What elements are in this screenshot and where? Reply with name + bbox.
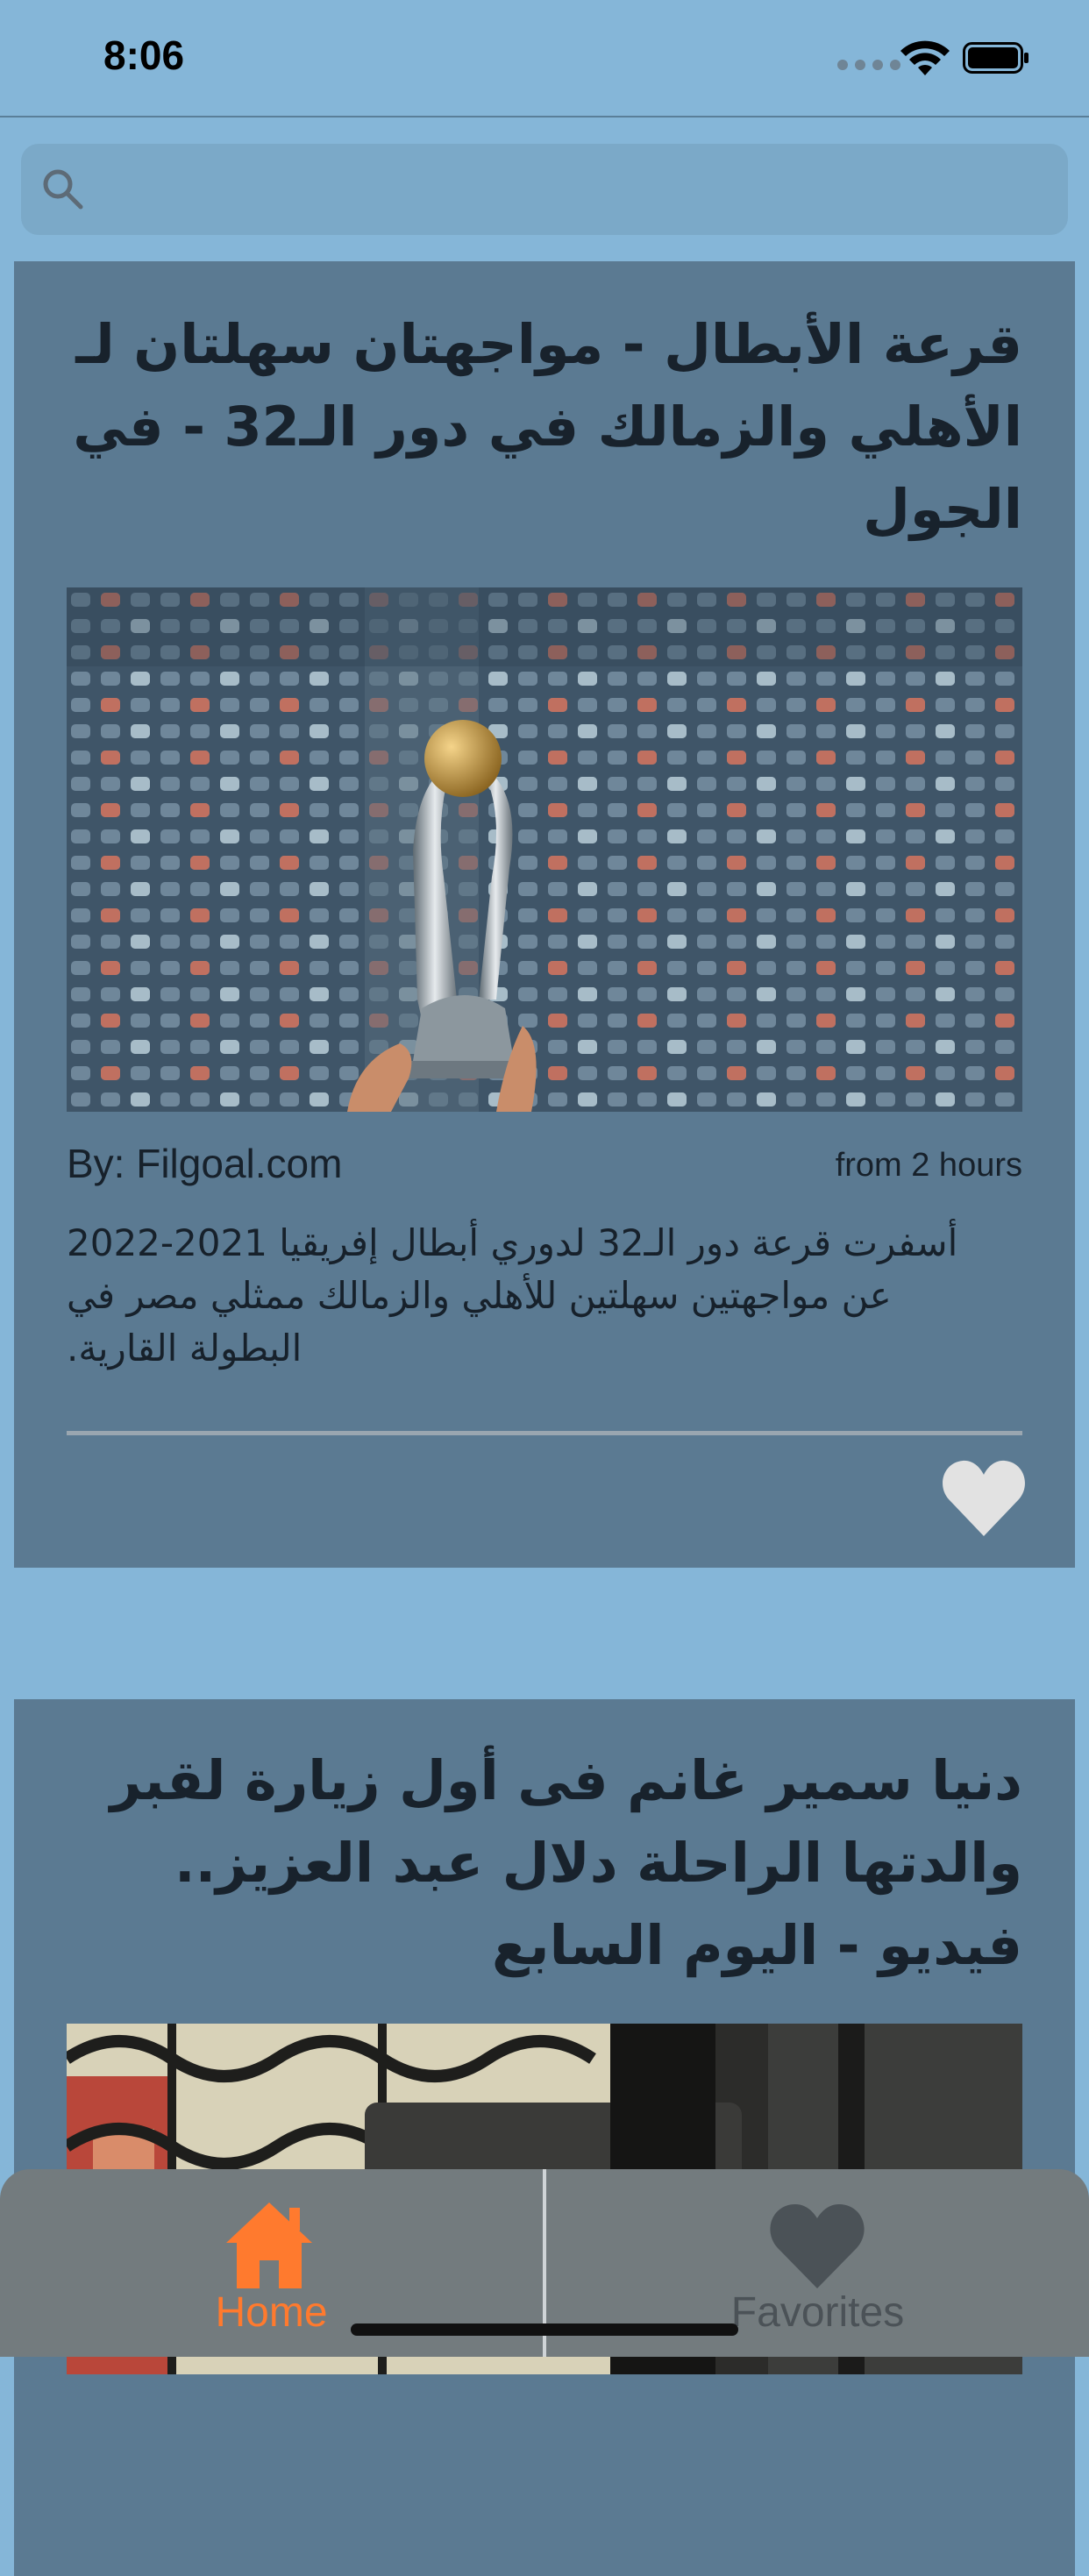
search-section: [0, 117, 1089, 261]
article-title: قرعة الأبطال - مواجهتان سهلتان لـ الأهلي…: [73, 312, 1022, 541]
article-image: [67, 587, 1022, 1112]
article-author: By: Filgoal.com: [67, 1141, 343, 1186]
article-title: دنيا سمير غانم فى أول زيارة لقبر والدتها…: [110, 1748, 1022, 1977]
house-icon: [226, 2202, 312, 2288]
search-input[interactable]: [100, 144, 1050, 237]
wifi-icon: [900, 40, 950, 75]
article-description: أسفرت قرعة دور الـ32 لدوري أبطال إفريقيا…: [67, 1221, 958, 1370]
article-card[interactable]: قرعة الأبطال - مواجهتان سهلتان لـ الأهلي…: [14, 261, 1075, 1568]
search-bar[interactable]: [21, 144, 1068, 237]
article-time: from 2 hours: [835, 1147, 1022, 1184]
divider: [67, 1431, 1022, 1435]
heart-icon: [770, 2204, 865, 2288]
cellular-signal-icon: [837, 60, 900, 70]
favorite-heart-icon[interactable]: [942, 1459, 1026, 1538]
search-icon: [43, 169, 83, 210]
battery-icon: [963, 42, 1028, 74]
status-bar: 8:06: [0, 0, 1089, 117]
home-indicator: [351, 2323, 738, 2336]
article-card[interactable]: دنيا سمير غانم فى أول زيارة لقبر والدتها…: [14, 1699, 1075, 2576]
status-time: 8:06: [103, 32, 185, 78]
